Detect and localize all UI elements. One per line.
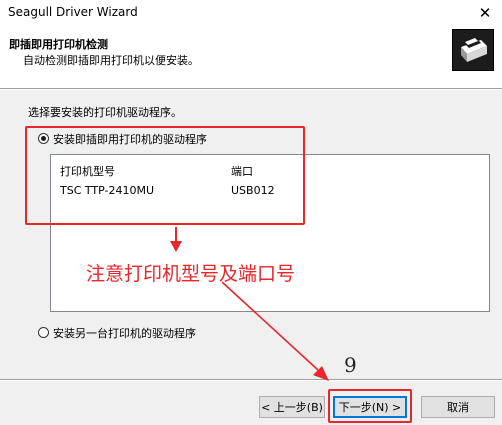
close-button[interactable]: ✕ bbox=[468, 0, 502, 26]
printer-icon bbox=[452, 29, 494, 71]
radio-another-printer[interactable] bbox=[38, 327, 49, 338]
close-icon: ✕ bbox=[478, 4, 492, 22]
header-subtitle: 自动检测即插即用打印机以便安装。 bbox=[23, 54, 199, 67]
annotation-note: 注意打印机型号及端口号 bbox=[86, 263, 296, 285]
footer-divider bbox=[0, 379, 502, 381]
selection-prompt: 选择要安装的打印机驱动程序。 bbox=[28, 106, 182, 119]
next-button-highlight bbox=[328, 389, 412, 423]
title-bar: Seagull Driver Wizard ✕ bbox=[0, 0, 502, 26]
cancel-button[interactable]: 取消 bbox=[421, 396, 495, 418]
annotation-step-number: 9 bbox=[344, 353, 357, 377]
header-title: 即插即用打印机检测 bbox=[9, 38, 108, 51]
window-title: Seagull Driver Wizard bbox=[8, 5, 138, 19]
wizard-header: 即插即用打印机检测 自动检测即插即用打印机以便安装。 bbox=[0, 26, 502, 88]
header-divider bbox=[0, 88, 502, 90]
back-button[interactable]: < 上一步(B) bbox=[259, 396, 325, 418]
radio-another-printer-label[interactable]: 安装另一台打印机的驱动程序 bbox=[53, 325, 196, 341]
wizard-window: Seagull Driver Wizard ✕ 即插即用打印机检测 自动检测即插… bbox=[0, 0, 502, 425]
printer-info-highlight bbox=[25, 126, 305, 225]
